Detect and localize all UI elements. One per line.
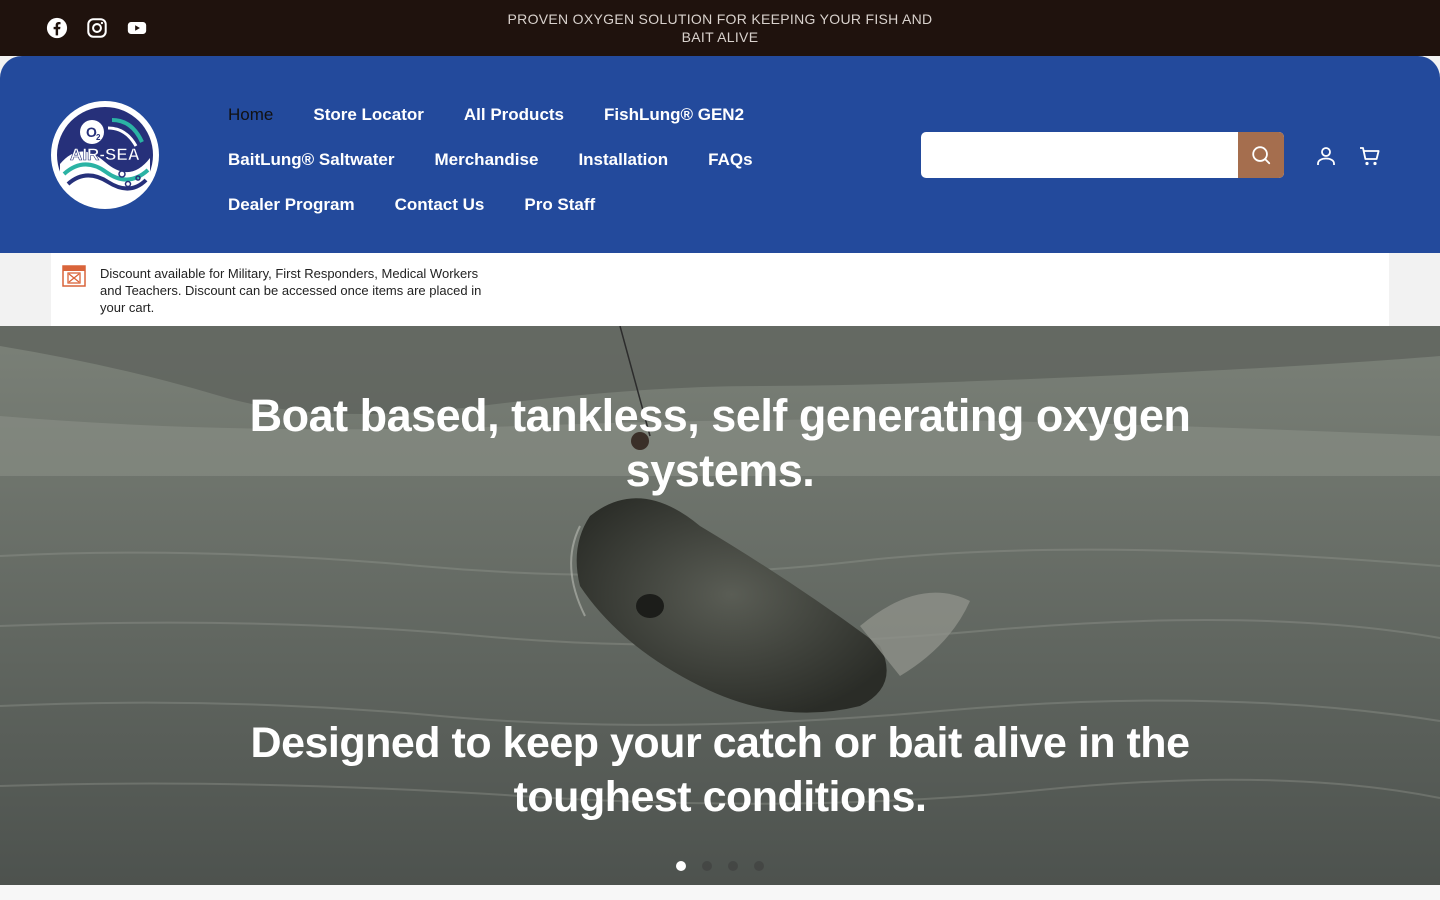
nav-installation[interactable]: Installation [578,150,668,170]
slide-pagination [676,861,764,871]
logo-o2-sub: 2 [96,133,101,142]
nav-merchandise[interactable]: Merchandise [435,150,539,170]
slide-dot-2[interactable] [702,861,712,871]
hero-title: Boat based, tankless, self generating ox… [249,390,1191,496]
hero-subtitle: Designed to keep your catch or bait aliv… [250,719,1190,821]
search-bar [921,132,1284,178]
hero-slideshow: Boat based, tankless, self generating ox… [0,326,1440,885]
search-icon [1252,146,1271,165]
nav-pro-staff[interactable]: Pro Staff [524,195,595,215]
nav-faqs[interactable]: FAQs [708,150,752,170]
nav-baitlung-saltwater[interactable]: BaitLung® Saltwater [228,150,395,170]
search-button[interactable] [1238,132,1284,178]
nav-contact-us[interactable]: Contact Us [395,195,485,215]
logo-text: AIR-SEA [70,145,140,164]
social-links [46,17,148,39]
site-header: O 2 AIR-SEA Home Store Locator All Produ… [0,56,1440,253]
instagram-icon[interactable] [86,17,108,39]
discount-notice-section: Discount available for Military, First R… [0,253,1440,326]
account-icon[interactable] [1314,144,1338,168]
nav-all-products[interactable]: All Products [464,105,564,125]
discount-icon [62,265,86,287]
air-sea-logo[interactable]: O 2 AIR-SEA [50,100,160,210]
nav-dealer-program[interactable]: Dealer Program [228,195,355,215]
announcement-bar: PROVEN OXYGEN SOLUTION FOR KEEPING YOUR … [0,0,1440,56]
nav-row: Home Store Locator All Products FishLung… [228,92,848,137]
nav-row: Dealer Program Contact Us Pro Staff [228,182,848,227]
cart-icon[interactable] [1358,144,1382,168]
facebook-icon[interactable] [46,17,68,39]
nav-store-locator[interactable]: Store Locator [313,105,424,125]
discount-notice: Discount available for Military, First R… [51,253,1389,326]
page-bottom-strip [0,885,1440,900]
main-navigation: Home Store Locator All Products FishLung… [228,92,848,227]
nav-home[interactable]: Home [228,105,273,125]
nav-row: BaitLung® Saltwater Merchandise Installa… [228,137,848,182]
announcement-text: PROVEN OXYGEN SOLUTION FOR KEEPING YOUR … [507,11,933,45]
discount-notice-text: Discount available for Military, First R… [100,266,482,315]
youtube-icon[interactable] [126,17,148,39]
slide-dot-3[interactable] [728,861,738,871]
slide-dot-4[interactable] [754,861,764,871]
slide-dot-1[interactable] [676,861,686,871]
nav-fishlung-gen2[interactable]: FishLung® GEN2 [604,105,744,125]
search-input[interactable] [921,132,1238,178]
